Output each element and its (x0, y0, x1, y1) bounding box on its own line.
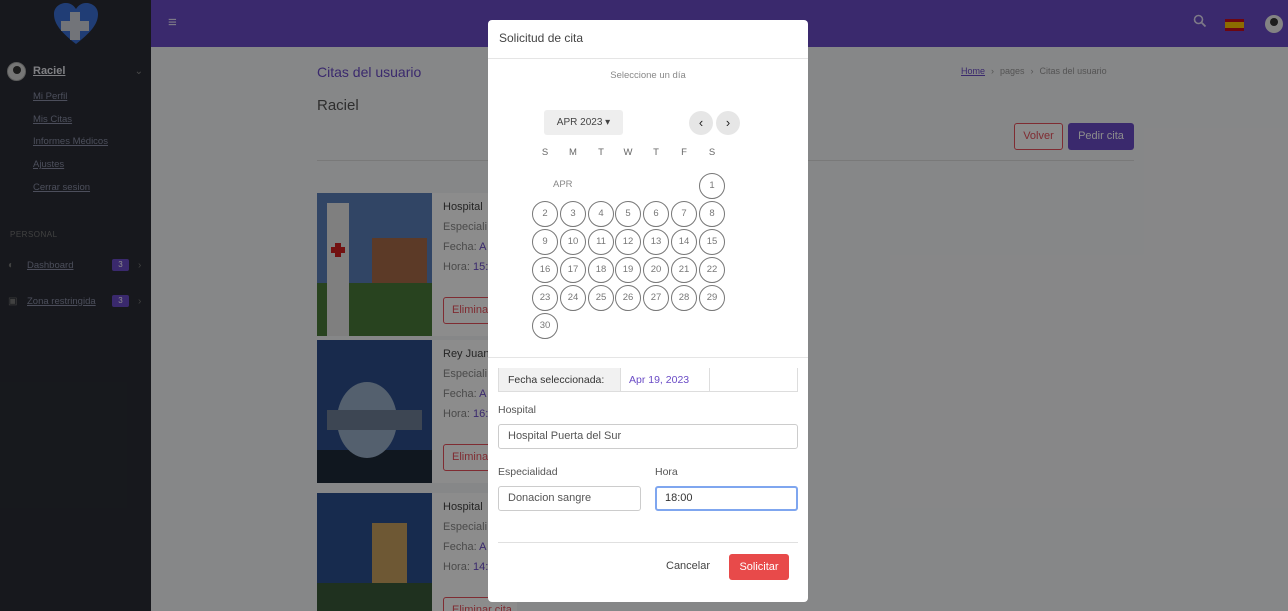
weekday-label: F (681, 147, 687, 158)
calendar-day[interactable]: 13 (643, 229, 669, 255)
weekday-label: W (623, 147, 633, 158)
calendar-day[interactable]: 8 (699, 201, 725, 227)
month-year-dropdown[interactable]: APR 2023 ▾ (544, 110, 623, 135)
calendar-day[interactable]: 7 (671, 201, 697, 227)
calendar-day[interactable]: 4 (588, 201, 614, 227)
calendar-day[interactable]: 5 (615, 201, 641, 227)
cancel-button[interactable]: Cancelar (666, 560, 710, 572)
hospital-label: Hospital (498, 404, 536, 416)
calendar-day[interactable]: 12 (615, 229, 641, 255)
selected-date-label: Fecha seleccionada: (499, 368, 621, 391)
calendar-day[interactable]: 15 (699, 229, 725, 255)
calendar-day[interactable]: 16 (532, 257, 558, 283)
calendar-day[interactable]: 21 (671, 257, 697, 283)
weekday-label: T (653, 147, 659, 158)
calendar-day[interactable]: 6 (643, 201, 669, 227)
calendar-day[interactable]: 9 (532, 229, 558, 255)
calendar-day[interactable]: 3 (560, 201, 586, 227)
calendar-day[interactable]: 1 (699, 173, 725, 199)
calendar-day[interactable]: 11 (588, 229, 614, 255)
calendar-day[interactable]: 19 (615, 257, 641, 283)
calendar-day[interactable]: 22 (699, 257, 725, 283)
calendar-day[interactable]: 20 (643, 257, 669, 283)
hora-field[interactable]: 18:00 (655, 486, 798, 511)
hospital-field[interactable]: Hospital Puerta del Sur (498, 424, 798, 449)
calendar-day[interactable]: 27 (643, 285, 669, 311)
solicitar-button[interactable]: Solicitar (729, 554, 789, 580)
calendar-day[interactable]: 17 (560, 257, 586, 283)
calendar-day[interactable]: 25 (588, 285, 614, 311)
calendar-day[interactable]: 29 (699, 285, 725, 311)
divider (488, 357, 808, 358)
calendar-day[interactable]: 28 (671, 285, 697, 311)
calendar-day[interactable]: 24 (560, 285, 586, 311)
chevron-left-icon[interactable]: ‹ (689, 111, 713, 135)
chevron-right-icon[interactable]: › (716, 111, 740, 135)
calendar-month-label: APR (553, 179, 573, 190)
modal-title: Solicitud de cita (499, 31, 584, 45)
weekday-label: T (598, 147, 604, 158)
selected-date-group: Fecha seleccionada: Apr 19, 2023 (498, 368, 798, 392)
calendar-day[interactable]: 10 (560, 229, 586, 255)
especialidad-field[interactable]: Donacion sangre (498, 486, 641, 511)
appointment-modal: Solicitud de cita Seleccione un día APR … (488, 20, 808, 602)
selected-date-value: Apr 19, 2023 (621, 368, 710, 391)
divider (498, 542, 798, 543)
hora-label: Hora (655, 466, 678, 478)
day-prompt: Seleccione un día (610, 70, 686, 81)
divider (488, 58, 808, 59)
calendar-day[interactable]: 26 (615, 285, 641, 311)
weekday-label: S (541, 147, 549, 158)
calendar-day[interactable]: 23 (532, 285, 558, 311)
calendar-day[interactable]: 14 (671, 229, 697, 255)
calendar-day[interactable]: 18 (588, 257, 614, 283)
weekday-label: S (708, 147, 716, 158)
calendar-day[interactable]: 30 (532, 313, 558, 339)
especialidad-label: Especialidad (498, 466, 558, 478)
weekday-label: M (569, 147, 577, 158)
calendar-day[interactable]: 2 (532, 201, 558, 227)
